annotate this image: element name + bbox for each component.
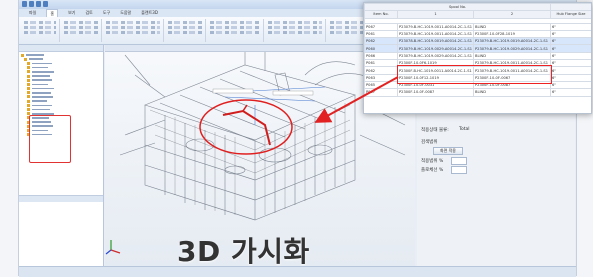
callout-arrow <box>314 76 399 123</box>
